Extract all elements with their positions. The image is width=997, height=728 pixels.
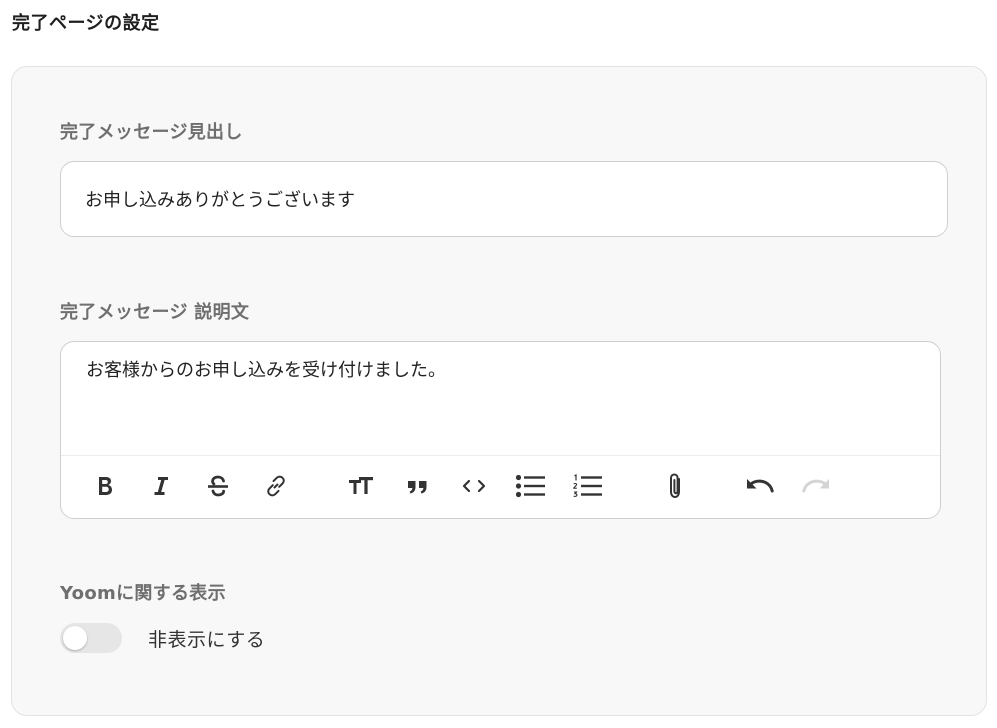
toolbar-divider xyxy=(61,455,940,456)
bold-button[interactable] xyxy=(87,468,123,504)
heading-icon xyxy=(349,477,373,494)
hide-yoom-toggle-label[interactable]: 非表示にする xyxy=(148,625,265,652)
bold-icon xyxy=(99,477,112,495)
numbered-list-icon xyxy=(573,474,602,497)
completion-description-label: 完了メッセージ 説明文 xyxy=(60,302,250,323)
completion-heading-input[interactable] xyxy=(60,161,948,237)
redo-icon xyxy=(802,479,829,493)
hide-yoom-toggle[interactable] xyxy=(60,623,122,653)
description-text-area[interactable]: お客様からのお申し込みを受け付けました。 xyxy=(86,356,915,436)
undo-button[interactable] xyxy=(742,468,778,504)
settings-card: 完了メッセージ見出し 完了メッセージ 説明文 お客様からのお申し込みを受け付けま… xyxy=(11,66,987,716)
completion-heading-label: 完了メッセージ見出し xyxy=(60,122,243,143)
strikethrough-button[interactable] xyxy=(200,468,236,504)
undo-icon xyxy=(747,479,774,493)
attachment-icon xyxy=(670,473,680,499)
attachment-button[interactable] xyxy=(657,468,693,504)
page-title: 完了ページの設定 xyxy=(12,13,160,34)
numbered-list-button[interactable] xyxy=(570,468,606,504)
italic-icon xyxy=(154,477,168,495)
link-button[interactable] xyxy=(258,468,294,504)
redo-button[interactable] xyxy=(798,468,834,504)
bullet-list-icon xyxy=(515,474,545,498)
quote-icon xyxy=(408,481,427,494)
bullet-list-button[interactable] xyxy=(513,468,549,504)
italic-button[interactable] xyxy=(143,468,179,504)
code-icon xyxy=(462,479,486,493)
strikethrough-icon xyxy=(208,475,228,497)
heading-button[interactable] xyxy=(343,468,379,504)
yoom-display-label: Yoomに関する表示 xyxy=(60,583,226,604)
link-icon xyxy=(267,475,285,497)
code-button[interactable] xyxy=(456,468,492,504)
rich-text-editor: お客様からのお申し込みを受け付けました。 xyxy=(60,341,941,519)
quote-button[interactable] xyxy=(400,468,436,504)
toggle-knob xyxy=(63,626,87,650)
